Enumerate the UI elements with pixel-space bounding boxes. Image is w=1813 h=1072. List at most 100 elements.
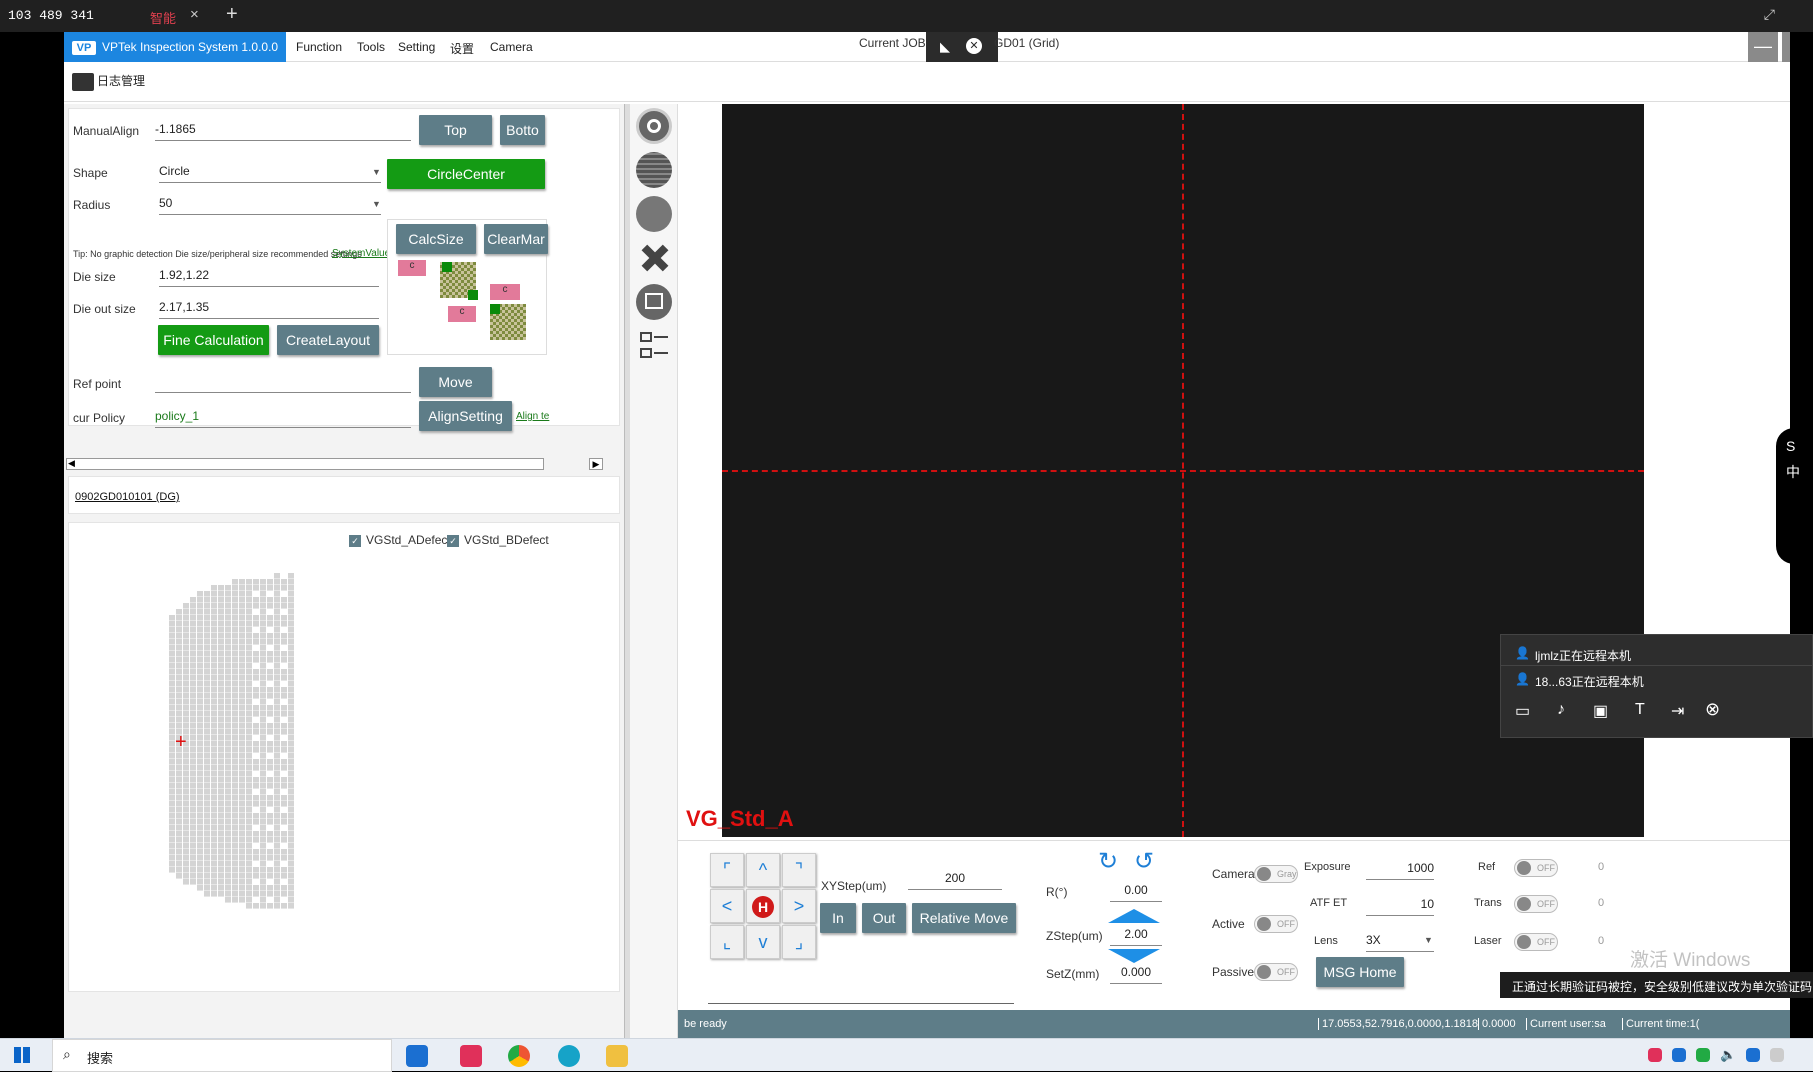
wafer-id-link[interactable]: 0902GD010101 (DG) bbox=[75, 491, 180, 503]
zstep-input[interactable]: 2.00 bbox=[1110, 927, 1162, 946]
laser-toggle[interactable]: OFF bbox=[1514, 933, 1558, 951]
app-icon[interactable] bbox=[460, 1045, 482, 1067]
move-down-button[interactable]: v bbox=[746, 925, 780, 959]
wafer-list-icon[interactable] bbox=[636, 196, 672, 232]
passive-toggle[interactable]: OFF bbox=[1254, 963, 1298, 981]
chevron-down-icon[interactable]: ▼ bbox=[372, 167, 381, 177]
disconnect-icon[interactable]: ⊗ bbox=[1705, 699, 1720, 720]
tray-app-icon[interactable] bbox=[1672, 1048, 1686, 1062]
ie-icon[interactable] bbox=[406, 1045, 428, 1067]
chat-icon[interactable]: ▭ bbox=[1515, 701, 1530, 721]
move-down-left-button[interactable]: ⌞ bbox=[710, 925, 744, 959]
pointer-icon[interactable]: ◣ bbox=[940, 39, 950, 55]
log-management-button[interactable]: 日志管理 bbox=[72, 72, 145, 91]
checkbox-b-defect[interactable]: ✓ VGStd_BDefect bbox=[447, 533, 549, 547]
maximize-button[interactable] bbox=[1782, 32, 1790, 62]
top-button[interactable]: Top bbox=[419, 115, 492, 145]
move-up-left-button[interactable]: ⌜ bbox=[710, 853, 744, 887]
side-input-widget[interactable]: S 中 bbox=[1776, 428, 1813, 564]
cur-policy-input[interactable]: policy_1 bbox=[155, 409, 411, 428]
relative-move-button[interactable]: Relative Move bbox=[912, 903, 1016, 933]
atf-input[interactable]: 10 bbox=[1366, 897, 1434, 916]
menu-settings-cn[interactable]: 设置 bbox=[450, 40, 474, 57]
windows-start-icon[interactable] bbox=[14, 1047, 30, 1063]
home-button[interactable]: H bbox=[746, 889, 780, 923]
chinese-mode-icon[interactable]: 中 bbox=[1786, 462, 1800, 482]
clear-mark-button[interactable]: ClearMar bbox=[484, 224, 548, 254]
chevron-down-icon[interactable]: ▼ bbox=[372, 199, 381, 209]
move-left-button[interactable]: < bbox=[710, 889, 744, 923]
manual-align-input[interactable]: -1.1865 bbox=[155, 122, 411, 141]
setz-input[interactable]: 0.000 bbox=[1110, 965, 1162, 984]
tray-app-icon[interactable] bbox=[1746, 1048, 1760, 1062]
tab-close-icon[interactable]: × bbox=[190, 6, 199, 23]
circle-center-button[interactable]: CircleCenter bbox=[387, 159, 545, 189]
shape-select[interactable]: Circle bbox=[159, 164, 381, 183]
camera-toggle[interactable]: Gray bbox=[1254, 865, 1298, 883]
die-size-input[interactable]: 1.92,1.22 bbox=[159, 268, 379, 287]
screen-share-icon[interactable]: ▣ bbox=[1593, 701, 1608, 721]
text-icon[interactable]: T bbox=[1635, 701, 1645, 719]
align-setting-button[interactable]: AlignSetting bbox=[419, 401, 512, 431]
minimize-button[interactable]: — bbox=[1748, 32, 1778, 62]
align-template-link[interactable]: Align te bbox=[516, 411, 549, 422]
chevron-down-icon[interactable]: ▼ bbox=[1424, 935, 1433, 945]
fine-calculation-button[interactable]: Fine Calculation bbox=[158, 325, 269, 355]
checkbox-a-defect[interactable]: ✓ VGStd_ADefect bbox=[349, 533, 451, 547]
out-button[interactable]: Out bbox=[862, 903, 906, 933]
r-input[interactable]: 0.00 bbox=[1110, 883, 1162, 902]
menu-camera[interactable]: Camera bbox=[490, 40, 533, 54]
die-cell bbox=[176, 627, 182, 633]
system-value-link[interactable]: SystemValue bbox=[332, 248, 390, 259]
microphone-icon[interactable]: ♪ bbox=[1557, 701, 1565, 719]
move-right-button[interactable]: > bbox=[782, 889, 816, 923]
camera-icon[interactable] bbox=[636, 108, 672, 144]
wafer-grid-icon[interactable] bbox=[636, 152, 672, 188]
calc-size-button[interactable]: CalcSize bbox=[396, 224, 476, 254]
horizontal-scrollbar[interactable]: ◀ bbox=[66, 458, 544, 470]
file-explorer-icon[interactable] bbox=[606, 1045, 628, 1067]
volume-icon[interactable]: 🔈 bbox=[1720, 1047, 1736, 1063]
menu-tools[interactable]: Tools bbox=[357, 40, 385, 54]
radius-select[interactable]: 50 bbox=[159, 196, 381, 215]
taskbar-search[interactable]: ⌕ 搜索 bbox=[52, 1039, 392, 1072]
checklist-icon[interactable] bbox=[636, 328, 672, 364]
ref-point-input[interactable] bbox=[155, 375, 411, 393]
z-up-icon[interactable] bbox=[1108, 909, 1160, 923]
move-down-right-button[interactable]: ⌟ bbox=[782, 925, 816, 959]
rotate-cw-icon[interactable]: ↻ bbox=[1098, 847, 1118, 876]
create-layout-button[interactable]: CreateLayout bbox=[277, 325, 379, 355]
z-down-icon[interactable] bbox=[1108, 949, 1160, 963]
scroll-left-icon[interactable]: ◀ bbox=[68, 458, 75, 469]
expand-icon[interactable]: ⤢ bbox=[1764, 6, 1775, 23]
active-toggle[interactable]: OFF bbox=[1254, 915, 1298, 933]
move-up-right-button[interactable]: ⌝ bbox=[782, 853, 816, 887]
die-out-size-input[interactable]: 2.17,1.35 bbox=[159, 300, 379, 319]
sogou-icon[interactable]: S bbox=[1786, 438, 1795, 454]
scroll-right-icon[interactable]: ▶ bbox=[589, 458, 603, 470]
menu-setting[interactable]: Setting bbox=[398, 40, 435, 54]
close-icon[interactable]: ✕ bbox=[966, 38, 982, 54]
menu-function[interactable]: Function bbox=[296, 40, 342, 54]
wafer-map-grid[interactable] bbox=[169, 573, 309, 913]
tools-icon[interactable] bbox=[636, 240, 672, 276]
edge-icon[interactable] bbox=[558, 1045, 580, 1067]
in-button[interactable]: In bbox=[820, 903, 856, 933]
xystep-input[interactable]: 200 bbox=[908, 871, 1002, 890]
cur-policy-label: cur Policy bbox=[73, 411, 126, 425]
move-up-button[interactable]: ^ bbox=[746, 853, 780, 887]
msg-home-button[interactable]: MSG Home bbox=[1316, 957, 1404, 987]
file-transfer-icon[interactable]: ⇥ bbox=[1671, 701, 1684, 721]
new-tab-icon[interactable]: + bbox=[226, 3, 238, 26]
ref-toggle[interactable]: OFF bbox=[1514, 859, 1558, 877]
rotate-ccw-icon[interactable]: ↺ bbox=[1134, 847, 1154, 876]
keyboard-icon[interactable] bbox=[1770, 1048, 1784, 1062]
chrome-icon[interactable] bbox=[508, 1045, 530, 1067]
image-gallery-icon[interactable] bbox=[636, 284, 672, 320]
bottom-button[interactable]: Botto bbox=[500, 115, 545, 145]
move-button[interactable]: Move bbox=[419, 367, 492, 397]
tray-app-icon[interactable] bbox=[1696, 1048, 1710, 1062]
exposure-input[interactable]: 1000 bbox=[1366, 861, 1434, 880]
tray-app-icon[interactable] bbox=[1648, 1048, 1662, 1062]
trans-toggle[interactable]: OFF bbox=[1514, 895, 1558, 913]
